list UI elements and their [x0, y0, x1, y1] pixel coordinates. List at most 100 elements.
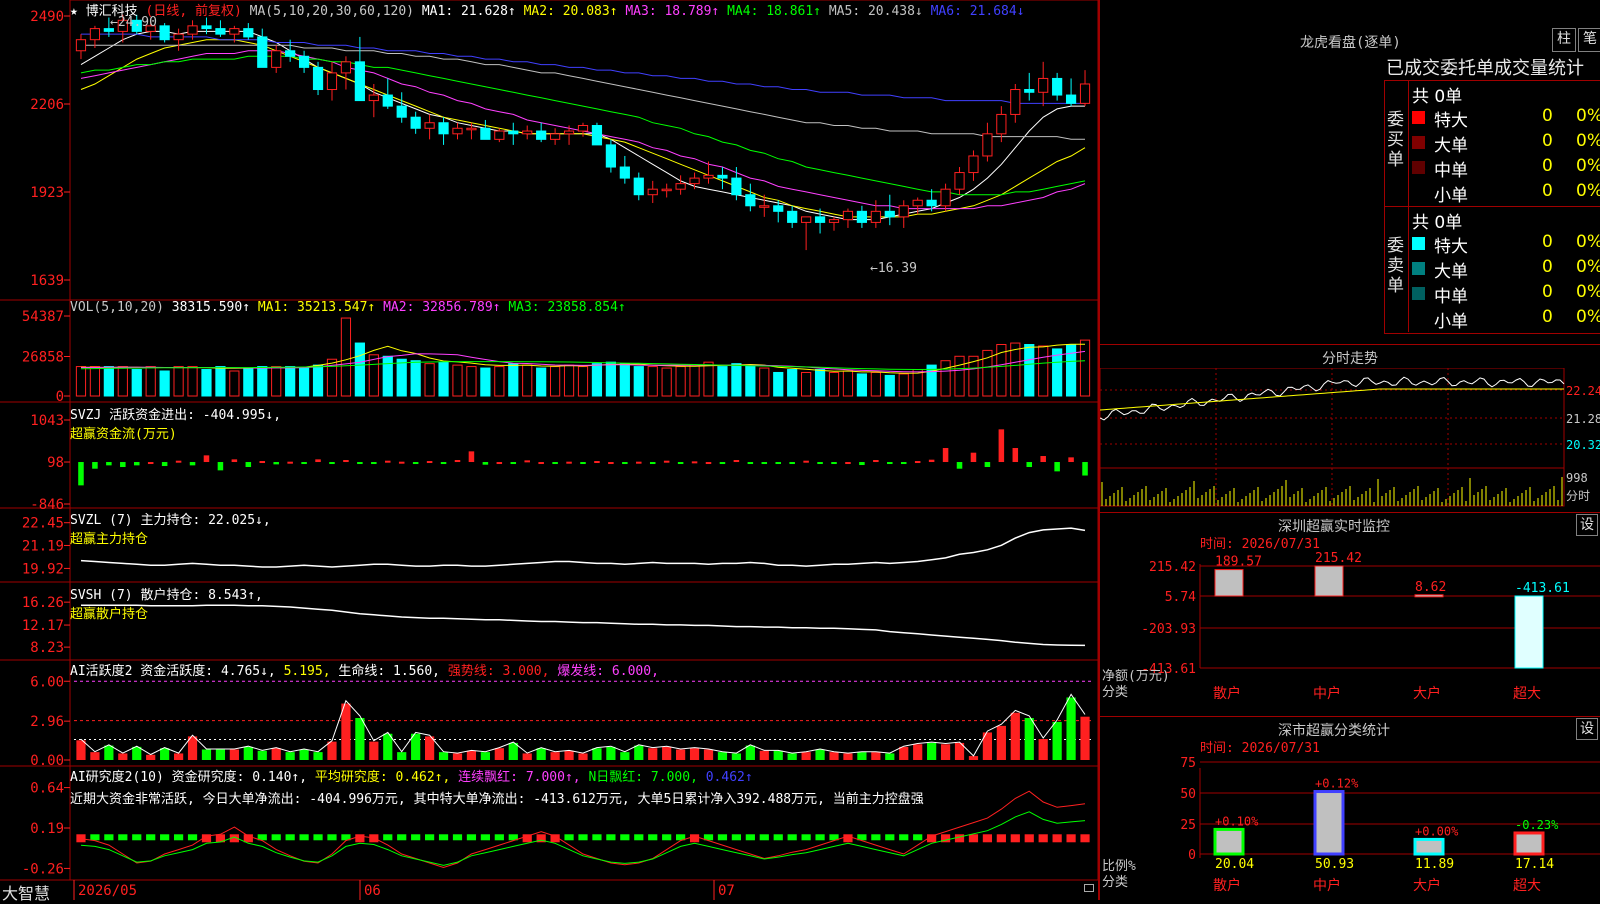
- activity-bar: [620, 752, 630, 760]
- candle: [968, 155, 979, 174]
- candle: [619, 166, 630, 179]
- activity-bar: [703, 749, 714, 760]
- activity-bar: [90, 752, 100, 760]
- activity-bar: [899, 746, 909, 760]
- activity-bar: [1010, 712, 1020, 760]
- activity-bar: [815, 749, 825, 760]
- lock-icon[interactable]: [1084, 884, 1094, 892]
- classify-settings-button[interactable]: 设: [1576, 718, 1598, 740]
- activity-bar: [871, 752, 881, 760]
- activity-bar: [104, 745, 114, 760]
- candle: [661, 188, 672, 192]
- fund-flow-bar: [998, 429, 1005, 463]
- activity-bar: [466, 750, 477, 760]
- dragon-tabs[interactable]: 已成交委托单成交量统计: [1386, 54, 1584, 80]
- color-swatch: [1412, 312, 1425, 325]
- category-label: 散户: [1213, 877, 1241, 894]
- order-size-label: 小单: [1434, 312, 1468, 332]
- intraday-chart[interactable]: 22.24 21.28 20.32 998 分时: [1100, 368, 1600, 508]
- chart-y-tick: 50: [1180, 787, 1196, 802]
- fund-flow-bar: [775, 462, 781, 465]
- order-count: 0: [1542, 282, 1553, 302]
- y-tick-label: 16.26: [22, 595, 64, 611]
- dragon-title: 龙虎看盘(逐单): [1300, 35, 1401, 51]
- candle: [689, 177, 700, 185]
- candle: [271, 50, 282, 68]
- order-count: 0: [1542, 156, 1553, 176]
- price-header: ★ 博汇科技 (日线, 前复权) MA(5,10,20,30,60,120) M…: [70, 0, 1025, 19]
- candle: [368, 94, 379, 102]
- fund-flow-bar: [859, 462, 865, 466]
- volume-bar: [898, 373, 909, 397]
- bar-view-button[interactable]: 柱: [1552, 28, 1576, 52]
- candle: [536, 130, 547, 140]
- research-block: [787, 834, 797, 841]
- volume-bar: [201, 369, 212, 397]
- fund-flow-bar: [161, 462, 168, 467]
- research-block: [480, 834, 490, 841]
- color-swatch: [1412, 161, 1425, 174]
- candle: [452, 127, 463, 135]
- volume-bar: [257, 366, 268, 397]
- monitor-title: 深圳超赢实时监控: [1278, 519, 1390, 535]
- candle: [842, 210, 854, 221]
- activity-bar: [173, 753, 184, 760]
- research-block: [243, 834, 253, 843]
- x-tick-label: 06: [364, 883, 381, 899]
- sell-row-3: 小单 0 0%: [1410, 307, 1600, 332]
- volume-bar: [647, 366, 658, 397]
- color-swatch: [1412, 287, 1425, 300]
- fund-flow-bar: [817, 462, 823, 465]
- activity-bar: [662, 746, 672, 760]
- volume-bar: [619, 363, 630, 397]
- activity-bar: [118, 753, 128, 760]
- activity-bar: [480, 752, 490, 760]
- ai-research-last: 0.462↑: [705, 770, 753, 785]
- research-block: [425, 834, 435, 841]
- chart-ylabel: 比例%: [1102, 859, 1136, 874]
- volume-bar: [536, 367, 547, 397]
- tick-view-button[interactable]: 笔: [1578, 28, 1600, 52]
- category-label: 中户: [1313, 877, 1341, 894]
- research-block: [76, 834, 86, 843]
- volume-bar: [298, 367, 310, 397]
- volume-bar: [396, 358, 407, 397]
- activity-bar: [829, 752, 839, 760]
- candle: [717, 174, 728, 179]
- fund-flow-bar: [845, 462, 851, 465]
- fund-flow-bar: [189, 462, 196, 466]
- activity-bar: [536, 748, 546, 760]
- candle: [215, 28, 226, 35]
- volume-bar: [954, 355, 965, 397]
- activity-bar: [522, 753, 532, 760]
- ai-research-header: AI研究度2(10) 资金研究度: 0.140↑, 平均研究度: 0.462↑,…: [70, 766, 924, 807]
- activity-bar: [327, 741, 337, 760]
- volume-bar: [424, 363, 435, 397]
- research-block: [271, 834, 281, 841]
- activity-bar: [397, 752, 407, 760]
- volume-bar: [982, 349, 993, 397]
- activity-bar: [759, 750, 769, 760]
- activity-bar: [634, 745, 644, 760]
- fund-flow-bar: [231, 459, 238, 463]
- stock-name[interactable]: 博汇科技: [86, 4, 138, 19]
- activity-bar: [425, 736, 435, 760]
- activity-bar: [229, 749, 239, 760]
- ma4-readout: MA4: 18.861↑: [727, 4, 822, 19]
- monitor-settings-button[interactable]: 设: [1576, 514, 1598, 536]
- intraday-y-tick: 20.32: [1566, 438, 1600, 452]
- fund-flow-bar: [398, 461, 405, 464]
- svzj-header: SVZJ 活跃资金进出: -404.995↓, 超赢资金流(万元): [70, 404, 281, 442]
- research-block: [466, 834, 477, 841]
- volume-bar: [382, 355, 393, 397]
- main-chart-area[interactable]: 2490220619231639←24.90←16.39543872685801…: [0, 0, 1100, 900]
- favorite-star-icon[interactable]: ★: [70, 4, 78, 19]
- activity-bar: [132, 746, 142, 760]
- fund-flow-bar: [914, 461, 921, 464]
- color-swatch: [1412, 262, 1425, 275]
- volume-bar: [591, 363, 603, 397]
- fund-flow-bar: [761, 462, 768, 465]
- candle: [647, 188, 658, 196]
- candle: [340, 61, 352, 74]
- research-block: [397, 834, 407, 841]
